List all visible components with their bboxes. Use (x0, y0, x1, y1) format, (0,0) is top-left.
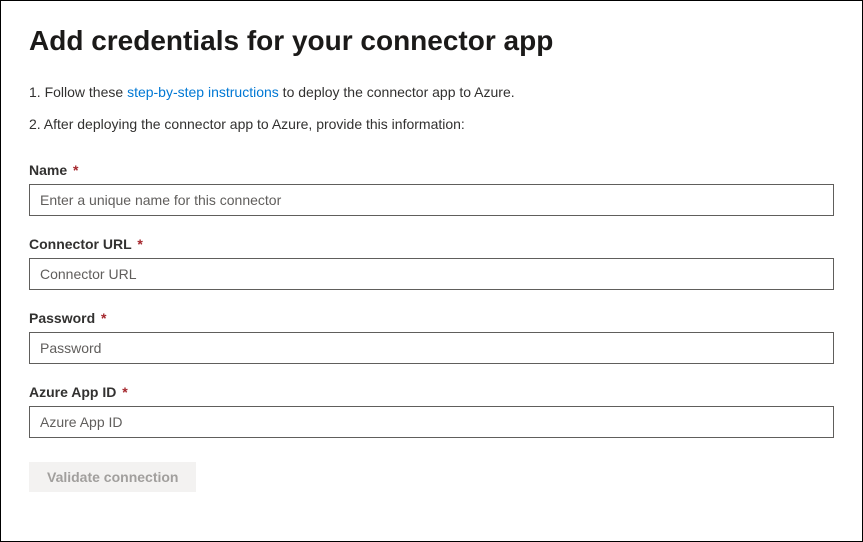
instruction-step-2: 2. After deploying the connector app to … (29, 113, 834, 135)
connector-url-input[interactable] (29, 258, 834, 290)
required-marker: * (137, 236, 142, 252)
connector-url-label: Connector URL * (29, 236, 834, 252)
validate-connection-button[interactable]: Validate connection (29, 462, 196, 492)
credentials-form: Name * Connector URL * Password * Azure … (29, 162, 834, 492)
instructions-link[interactable]: step-by-step instructions (127, 84, 279, 100)
page-title: Add credentials for your connector app (29, 25, 834, 57)
name-label: Name * (29, 162, 834, 178)
field-group-password: Password * (29, 310, 834, 364)
field-group-connector-url: Connector URL * (29, 236, 834, 290)
azure-app-id-label: Azure App ID * (29, 384, 834, 400)
required-marker: * (101, 310, 106, 326)
instruction-step-1: 1. Follow these step-by-step instruction… (29, 81, 834, 103)
name-input[interactable] (29, 184, 834, 216)
password-input[interactable] (29, 332, 834, 364)
instruction-step-1-prefix: 1. Follow these (29, 84, 127, 100)
required-marker: * (122, 384, 127, 400)
field-group-azure-app-id: Azure App ID * (29, 384, 834, 438)
field-group-name: Name * (29, 162, 834, 216)
azure-app-id-input[interactable] (29, 406, 834, 438)
password-label: Password * (29, 310, 834, 326)
instruction-step-1-suffix: to deploy the connector app to Azure. (279, 84, 515, 100)
required-marker: * (73, 162, 78, 178)
